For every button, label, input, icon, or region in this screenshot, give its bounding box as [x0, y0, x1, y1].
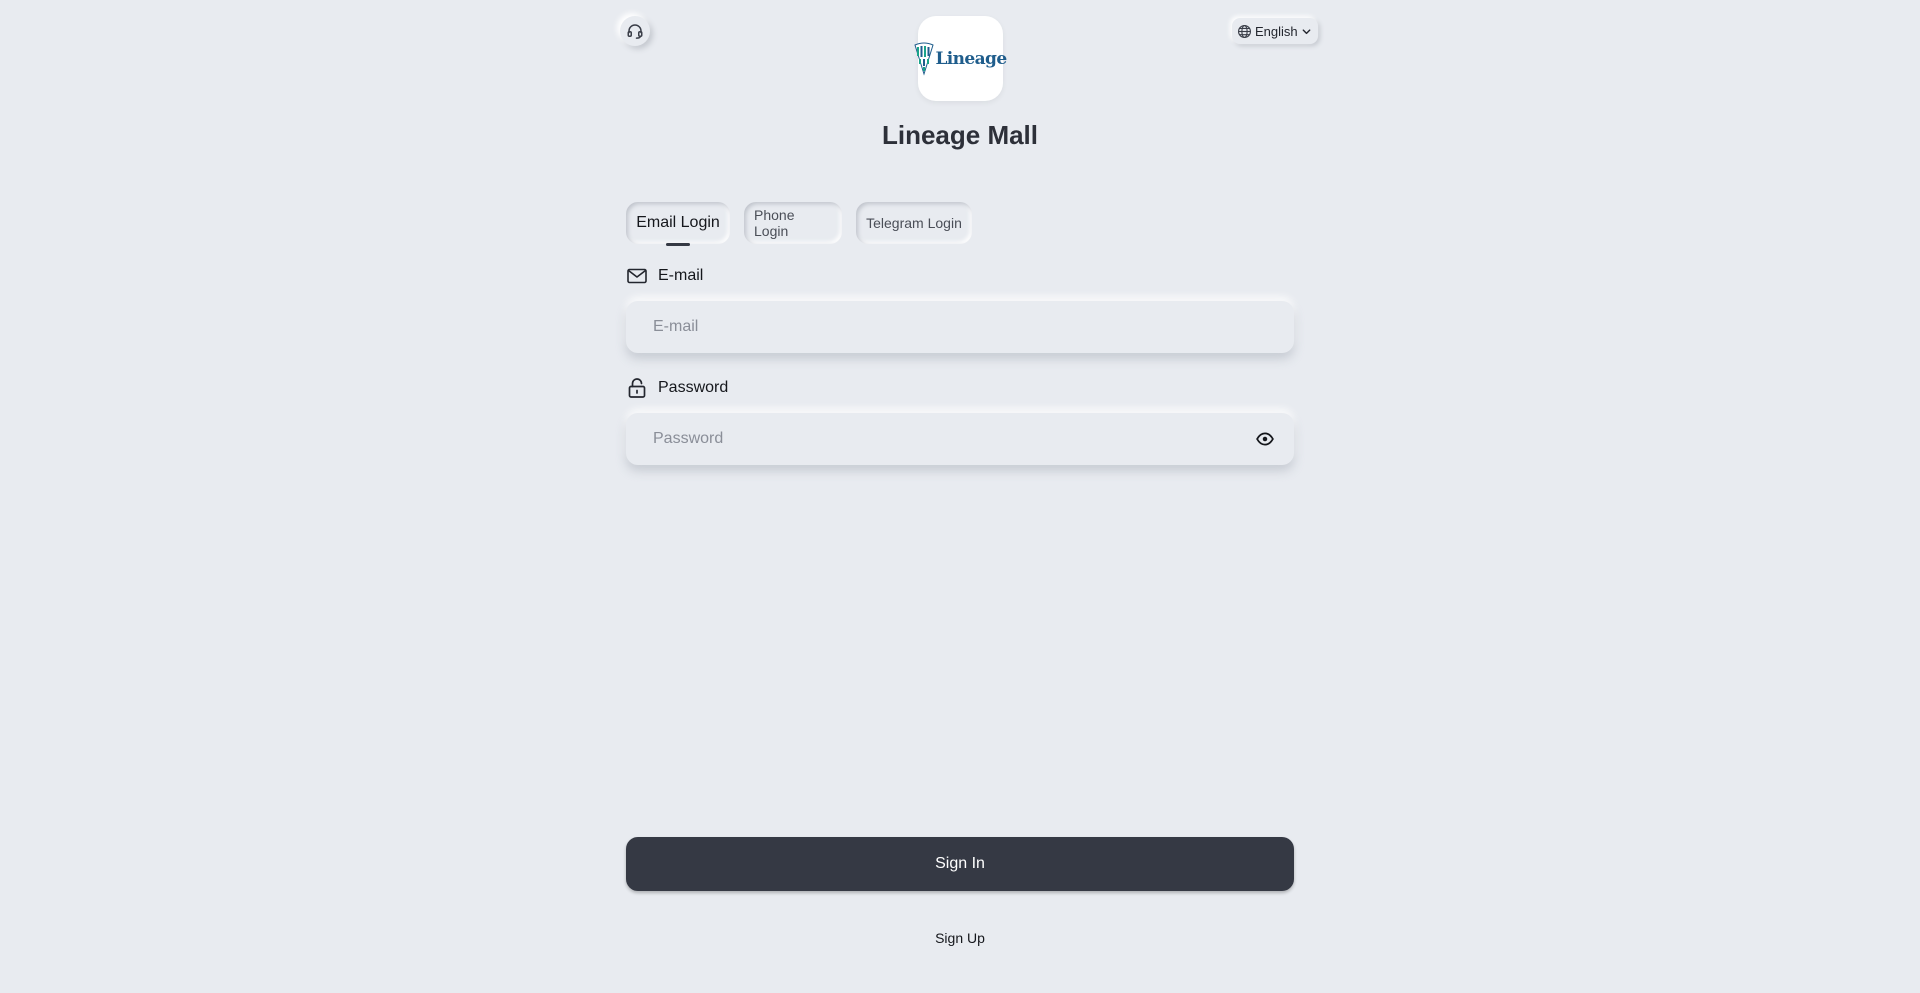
email-input-container [626, 301, 1294, 353]
globe-icon [1237, 24, 1252, 39]
eye-icon[interactable] [1256, 432, 1274, 446]
password-field-label: Password [626, 377, 728, 399]
tab-email-login[interactable]: Email Login [626, 202, 730, 244]
tab-telegram-login[interactable]: Telegram Login [856, 202, 972, 244]
page-title: Lineage Mall [881, 120, 1039, 150]
customer-support-button[interactable] [620, 16, 650, 46]
mail-icon [626, 265, 648, 287]
email-input[interactable] [651, 317, 1274, 337]
tab-phone-login[interactable]: Phone Login [744, 202, 842, 244]
lineage-emblem-icon [914, 42, 935, 76]
password-label-text: Password [658, 379, 729, 396]
headset-icon [626, 22, 644, 40]
sign-up-link[interactable]: Sign Up [0, 930, 1920, 946]
app-logo: Lineage [914, 16, 1007, 101]
sign-in-button[interactable]: Sign In [626, 837, 1294, 891]
logo-wordmark: Lineage [935, 48, 1007, 69]
language-selector[interactable]: English [1232, 18, 1318, 44]
language-label: English [1255, 23, 1298, 39]
email-label-text: E-mail [658, 267, 704, 284]
chevron-down-icon [1301, 26, 1312, 37]
email-field-label: E-mail [626, 265, 703, 287]
login-method-tabs: Email Login Phone Login Telegram Login [626, 202, 972, 244]
unlock-icon [626, 377, 648, 399]
password-input-container [626, 413, 1294, 465]
login-page: English Lineage Lineage Mall Email Login… [0, 0, 1920, 993]
password-input[interactable] [651, 429, 1256, 449]
